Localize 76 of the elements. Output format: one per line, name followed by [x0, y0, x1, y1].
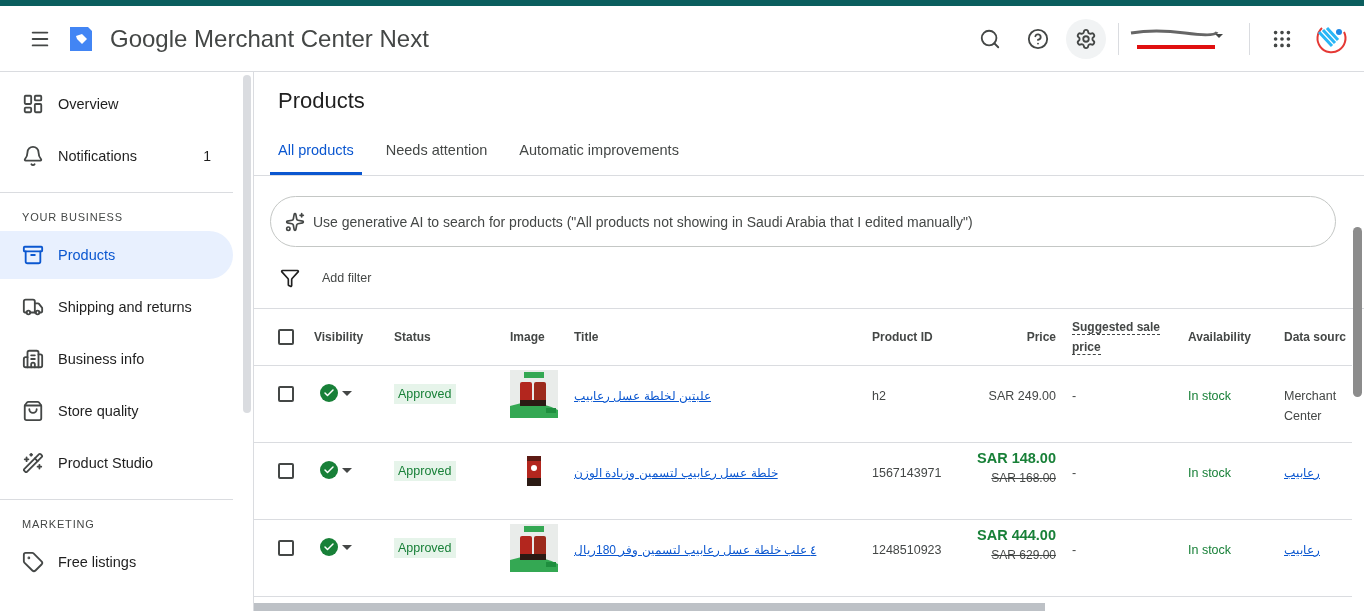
visibility-dropdown[interactable]: [320, 538, 352, 556]
price: SAR 249.00: [988, 389, 1056, 403]
tab[interactable]: All products: [270, 132, 362, 175]
scrollbar[interactable]: [254, 603, 1045, 611]
status-chip: Approved: [394, 384, 456, 404]
availability-text: In stock: [1188, 465, 1233, 482]
visibility-dropdown[interactable]: [320, 461, 352, 479]
sidebar-item[interactable]: Store quality: [0, 387, 233, 435]
product-title-link[interactable]: ٤ علب خلطة عسل رعابيب لتسمين وفر 180ريال: [574, 543, 817, 557]
sparkle-search-icon: [285, 211, 305, 232]
sale-price: SAR 444.00: [976, 526, 1056, 545]
sidebar-item[interactable]: Product Studio: [0, 439, 233, 487]
shopping-bag-icon: [22, 400, 44, 422]
add-filter-button[interactable]: Add filter: [322, 270, 372, 285]
sidebar-item[interactable]: Shipping and returns: [0, 283, 233, 331]
row-checkbox[interactable]: [278, 463, 294, 479]
status-chip: Approved: [394, 538, 456, 558]
column-header[interactable]: Availability: [1188, 330, 1284, 344]
column-header[interactable]: Price: [972, 330, 1072, 344]
section-heading: MARKETING: [21, 517, 96, 532]
section-heading: YOUR BUSINESS: [21, 210, 124, 225]
table-cell-text: -: [1072, 388, 1078, 405]
product-title-link[interactable]: خلطة عسل رعابيب لتسمين وزيادة الوزن: [574, 466, 778, 480]
table-cell-text: 1567143971: [872, 465, 943, 482]
sidebar-item[interactable]: Products: [0, 231, 233, 279]
data-source-text: Merchant Center: [1284, 389, 1337, 423]
sale-price: SAR 148.00: [976, 449, 1056, 468]
help-icon: [1027, 27, 1049, 50]
data-source-link[interactable]: رعابيب: [1284, 466, 1320, 480]
settings-button[interactable]: [1066, 18, 1106, 59]
data-source-link[interactable]: رعابيب: [1284, 543, 1320, 557]
scrollbar[interactable]: [243, 75, 251, 413]
table-cell-text: h2: [872, 388, 887, 405]
caret-icon: [342, 544, 352, 550]
availability-text: In stock: [1188, 388, 1233, 405]
table-cell-text: -: [1072, 465, 1078, 482]
sidebar-item[interactable]: Business info: [0, 335, 233, 383]
select-all-checkbox[interactable]: [278, 329, 294, 345]
sidebar-item[interactable]: Overview: [0, 80, 233, 128]
magic-wand-icon: [22, 452, 44, 474]
app-title: Google Merchant Center Next: [110, 24, 429, 53]
dashboard-icon: [22, 93, 44, 115]
search-icon: [979, 27, 1001, 50]
filter-icon[interactable]: [280, 267, 300, 288]
column-header[interactable]: Suggested sale price: [1072, 317, 1188, 357]
sidebar-item[interactable]: Free listings: [0, 538, 233, 586]
caret-icon: [342, 390, 352, 396]
tab[interactable]: Automatic improvements: [511, 132, 687, 175]
truck-icon: [22, 296, 44, 318]
caret-icon: [342, 467, 352, 473]
table-cell-text: 1248510923: [872, 542, 943, 559]
row-checkbox[interactable]: [278, 540, 294, 556]
column-header[interactable]: Product ID: [872, 330, 972, 344]
visibility-dropdown[interactable]: [320, 384, 352, 402]
tab[interactable]: Needs attention: [377, 132, 496, 175]
gear-icon: [1075, 27, 1097, 50]
original-price: SAR 629.00: [990, 547, 1056, 564]
sidebar-item[interactable]: Notifications 1: [0, 132, 233, 180]
column-header[interactable]: Visibility: [314, 330, 394, 344]
column-header[interactable]: Title: [574, 330, 872, 344]
table-cell-text: -: [1072, 542, 1078, 559]
original-price: SAR 168.00: [990, 470, 1056, 487]
building-icon: [22, 348, 44, 370]
column-header[interactable]: Image: [510, 330, 574, 344]
column-header[interactable]: Status: [394, 330, 510, 344]
archive-icon: [22, 244, 44, 266]
notification-count: 1: [203, 148, 211, 164]
row-checkbox[interactable]: [278, 386, 294, 402]
status-chip: Approved: [394, 461, 456, 481]
availability-text: In stock: [1188, 542, 1233, 559]
tag-icon: [22, 551, 44, 573]
product-title-link[interactable]: علبتين لخلطة عسل رعابيب: [574, 389, 711, 403]
scrollbar[interactable]: [1353, 227, 1362, 397]
page-title: Products: [278, 88, 366, 114]
bell-icon: [22, 145, 44, 167]
column-header[interactable]: Data sourc: [1284, 330, 1352, 344]
